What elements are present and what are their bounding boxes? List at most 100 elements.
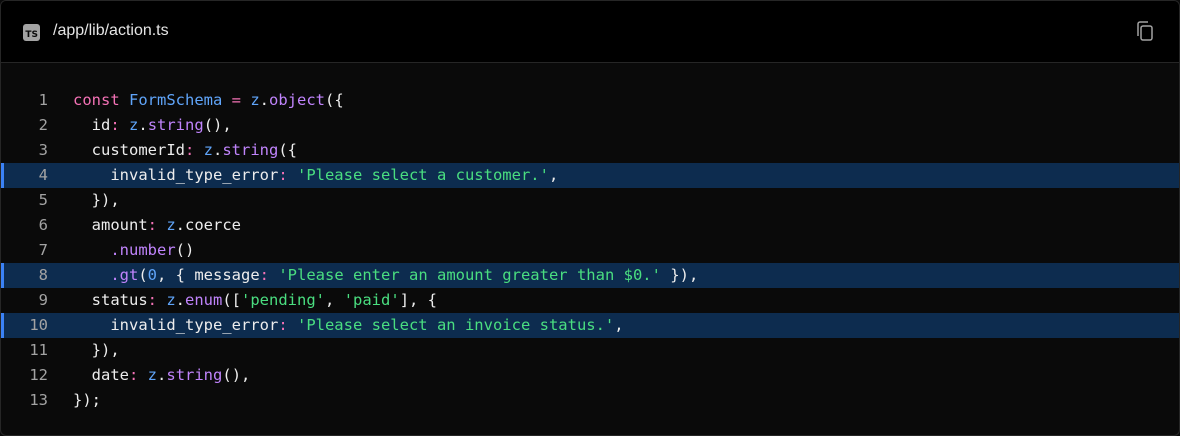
code-token: }), bbox=[73, 191, 120, 209]
line-number: 8 bbox=[38, 266, 48, 284]
code-token: z bbox=[166, 291, 176, 309]
code-token: .coerce bbox=[175, 216, 241, 234]
code-token: string bbox=[147, 116, 204, 134]
code-text: invalid_type_error: 'Please select a cus… bbox=[73, 163, 558, 188]
code-text: date: z.string(), bbox=[73, 363, 251, 388]
code-token: . bbox=[213, 141, 223, 159]
code-token: 'pending' bbox=[241, 291, 326, 309]
code-token: string bbox=[222, 141, 279, 159]
code-token: string bbox=[166, 366, 223, 384]
code-token: 'Please enter an amount greater than $0.… bbox=[278, 266, 661, 284]
line-number: 13 bbox=[29, 391, 48, 409]
code-line: 1 const FormSchema = z.object({ bbox=[1, 88, 1179, 113]
highlighted-code-line: 8 .gt(0, { message: 'Please enter an amo… bbox=[1, 263, 1179, 288]
code-block: TS /app/lib/action.ts 1 const FormSchema … bbox=[0, 0, 1180, 436]
code-token: . bbox=[259, 91, 270, 109]
code-token: ], { bbox=[399, 291, 438, 309]
line-number: 1 bbox=[38, 91, 48, 109]
code-token: : bbox=[259, 266, 279, 284]
code-token: : bbox=[278, 316, 297, 334]
code-token: status bbox=[73, 291, 148, 309]
code-token: object bbox=[269, 91, 326, 109]
code-token: (), bbox=[222, 366, 251, 384]
code-line: 13}); bbox=[1, 388, 1179, 413]
code-token: ( bbox=[138, 266, 148, 284]
line-number: 12 bbox=[29, 366, 48, 384]
code-token: invalid_type_error bbox=[73, 166, 279, 184]
code-text: const FormSchema = z.object({ bbox=[73, 88, 344, 113]
highlighted-code-line: 10 invalid_type_error: 'Please select an… bbox=[1, 313, 1179, 338]
code-token: () bbox=[175, 241, 195, 259]
code-token: 0 bbox=[147, 266, 158, 284]
code-line: 5 }), bbox=[1, 188, 1179, 213]
code-line: 7 .number() bbox=[1, 238, 1179, 263]
code-token: z bbox=[250, 91, 260, 109]
code-line: 9 status: z.enum(['pending', 'paid'], { bbox=[1, 288, 1179, 313]
line-number: 11 bbox=[29, 341, 48, 359]
code-token: z bbox=[129, 116, 139, 134]
code-line: 3 customerId: z.string({ bbox=[1, 138, 1179, 163]
code-content[interactable]: 1 const FormSchema = z.object({2 id: z.st… bbox=[1, 88, 1179, 413]
line-number: 4 bbox=[38, 166, 48, 184]
code-token: z bbox=[166, 216, 176, 234]
code-token: . bbox=[175, 291, 186, 309]
code-token: FormSchema bbox=[129, 91, 223, 109]
code-token: . bbox=[138, 116, 148, 134]
code-token: = bbox=[222, 91, 251, 109]
code-token: ([ bbox=[222, 291, 242, 309]
code-token: : bbox=[147, 291, 167, 309]
code-token: }); bbox=[73, 391, 101, 409]
code-token: .gt bbox=[110, 266, 139, 284]
line-number: 2 bbox=[38, 116, 48, 134]
code-header: TS /app/lib/action.ts bbox=[1, 1, 1179, 63]
code-text: amount: z.coerce bbox=[73, 213, 241, 238]
code-token: 'Please select a customer.' bbox=[296, 166, 549, 184]
code-token: ({ bbox=[278, 141, 298, 159]
code-token: , bbox=[548, 166, 559, 184]
typescript-file-icon: TS bbox=[23, 24, 40, 41]
code-text: invalid_type_error: 'Please select an in… bbox=[73, 313, 624, 338]
code-text: id: z.string(), bbox=[73, 113, 232, 138]
code-text: }); bbox=[73, 388, 101, 413]
code-text: .gt(0, { message: 'Please enter an amoun… bbox=[73, 263, 698, 288]
code-token: 'Please select an invoice status.' bbox=[296, 316, 615, 334]
code-text: customerId: z.string({ bbox=[73, 138, 297, 163]
code-token: date bbox=[73, 366, 129, 384]
code-token: , bbox=[614, 316, 624, 334]
code-token: (), bbox=[203, 116, 232, 134]
code-line: 2 id: z.string(), bbox=[1, 113, 1179, 138]
code-token: ({ bbox=[325, 91, 344, 109]
code-token: : bbox=[129, 366, 148, 384]
code-token: : bbox=[184, 141, 204, 159]
code-line: 6 amount: z.coerce bbox=[1, 213, 1179, 238]
code-token: id bbox=[73, 116, 111, 134]
code-text: }), bbox=[73, 188, 120, 213]
code-token: 'paid' bbox=[343, 291, 400, 309]
highlighted-code-line: 4 invalid_type_error: 'Please select a c… bbox=[1, 163, 1179, 188]
line-number: 3 bbox=[38, 141, 48, 159]
line-number: 5 bbox=[38, 191, 48, 209]
code-token: . bbox=[157, 366, 167, 384]
code-text: }), bbox=[73, 338, 120, 363]
copy-icon bbox=[1137, 21, 1153, 41]
code-token: , bbox=[325, 291, 344, 309]
code-token: z bbox=[147, 366, 158, 384]
code-token: const bbox=[73, 91, 129, 109]
code-token: z bbox=[203, 141, 213, 159]
code-token: : bbox=[278, 166, 297, 184]
line-number: 7 bbox=[38, 241, 48, 259]
line-number: 6 bbox=[38, 216, 48, 234]
copy-button[interactable] bbox=[1133, 19, 1157, 43]
code-token: : bbox=[110, 116, 129, 134]
code-token: .number bbox=[110, 241, 176, 259]
code-token: customerId bbox=[73, 141, 185, 159]
code-token: }), bbox=[660, 266, 699, 284]
code-line: 11 }), bbox=[1, 338, 1179, 363]
line-number: 9 bbox=[38, 291, 48, 309]
code-token: amount bbox=[73, 216, 148, 234]
line-number: 10 bbox=[29, 316, 48, 334]
code-token: , { message bbox=[157, 266, 260, 284]
code-text: .number() bbox=[73, 238, 194, 263]
